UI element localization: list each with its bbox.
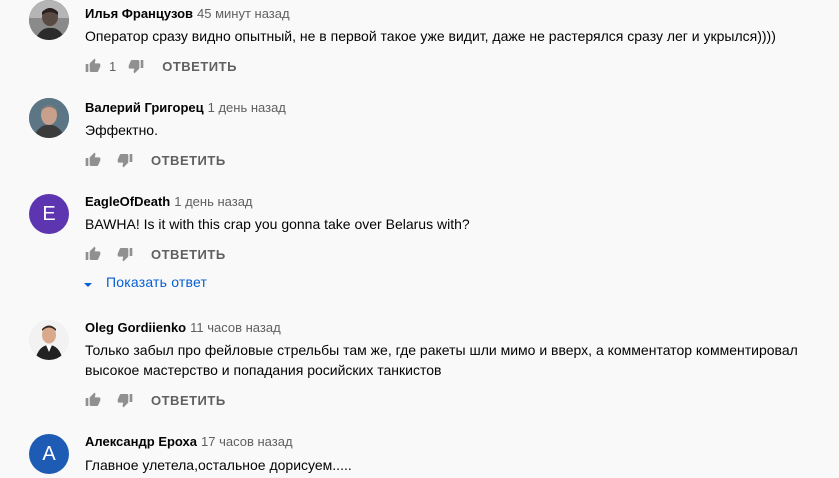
thumb-down-icon[interactable] bbox=[117, 392, 133, 408]
comment-header: EagleOfDeath 1 день назад bbox=[85, 194, 253, 210]
thumb-down-icon[interactable] bbox=[117, 246, 133, 262]
person-photo-icon bbox=[29, 0, 69, 40]
show-replies-button[interactable]: Показать ответ bbox=[83, 272, 207, 292]
thumb-up-icon[interactable] bbox=[85, 392, 101, 408]
comment-actions: 1 ОТВЕТИТЬ bbox=[85, 54, 237, 78]
person-photo-icon bbox=[29, 320, 69, 360]
thumb-up-icon[interactable] bbox=[85, 58, 101, 74]
reply-button[interactable]: ОТВЕТИТЬ bbox=[162, 59, 237, 74]
comment-header: Илья Французов 45 минут назад bbox=[85, 6, 290, 22]
like-count: 1 bbox=[109, 58, 117, 74]
comment-timestamp[interactable]: 11 часов назад bbox=[190, 320, 281, 335]
comment-actions: ОТВЕТИТЬ bbox=[85, 388, 226, 412]
comment-header: Oleg Gordiienko 11 часов назад bbox=[85, 320, 281, 336]
comment-author[interactable]: EagleOfDeath bbox=[85, 194, 170, 209]
comment-author[interactable]: Oleg Gordiienko bbox=[85, 320, 186, 335]
comment-text: Главное улетела,остальное дорисуем..... bbox=[85, 457, 352, 473]
thumb-up-icon[interactable] bbox=[85, 152, 101, 168]
comment-text: Оператор сразу видно опытный, не в перво… bbox=[85, 28, 776, 44]
reply-button[interactable]: ОТВЕТИТЬ bbox=[151, 393, 226, 408]
comment-author[interactable]: Валерий Григорец bbox=[85, 100, 204, 115]
avatar[interactable] bbox=[29, 320, 69, 360]
comment-header: Александр Ероха 17 часов назад bbox=[85, 434, 293, 450]
thumb-up-icon[interactable] bbox=[85, 246, 101, 262]
comment-text: BAWHA! Is it with this crap you gonna ta… bbox=[85, 216, 470, 232]
show-replies-label: Показать ответ bbox=[106, 274, 208, 290]
comment-author[interactable]: Илья Французов bbox=[85, 6, 193, 21]
comment-timestamp[interactable]: 17 часов назад bbox=[201, 434, 293, 449]
comment-actions: ОТВЕТИТЬ bbox=[85, 148, 226, 172]
comment-text: Эффектно. bbox=[85, 122, 158, 138]
comment-author[interactable]: Александр Ероха bbox=[85, 434, 197, 449]
reply-button[interactable]: ОТВЕТИТЬ bbox=[151, 247, 226, 262]
comment-timestamp[interactable]: 45 минут назад bbox=[197, 6, 290, 21]
avatar[interactable] bbox=[29, 98, 69, 138]
comment-actions: ОТВЕТИТЬ bbox=[85, 242, 226, 266]
comment-header: Валерий Григорец 1 день назад bbox=[85, 100, 286, 116]
avatar[interactable]: E bbox=[29, 194, 69, 234]
comment-timestamp[interactable]: 1 день назад bbox=[174, 194, 252, 209]
avatar[interactable] bbox=[29, 0, 69, 40]
caret-down-icon bbox=[83, 277, 93, 287]
thumb-down-icon[interactable] bbox=[117, 152, 133, 168]
reply-button[interactable]: ОТВЕТИТЬ bbox=[151, 153, 226, 168]
thumb-down-icon[interactable] bbox=[128, 58, 144, 74]
avatar-letter: A bbox=[42, 442, 56, 465]
avatar[interactable]: A bbox=[29, 434, 69, 474]
avatar-letter: E bbox=[42, 202, 56, 225]
comment-timestamp[interactable]: 1 день назад bbox=[208, 100, 286, 115]
comment-text: Только забыл про фейловые стрельбы там ж… bbox=[85, 342, 798, 378]
person-photo-icon bbox=[29, 98, 69, 138]
